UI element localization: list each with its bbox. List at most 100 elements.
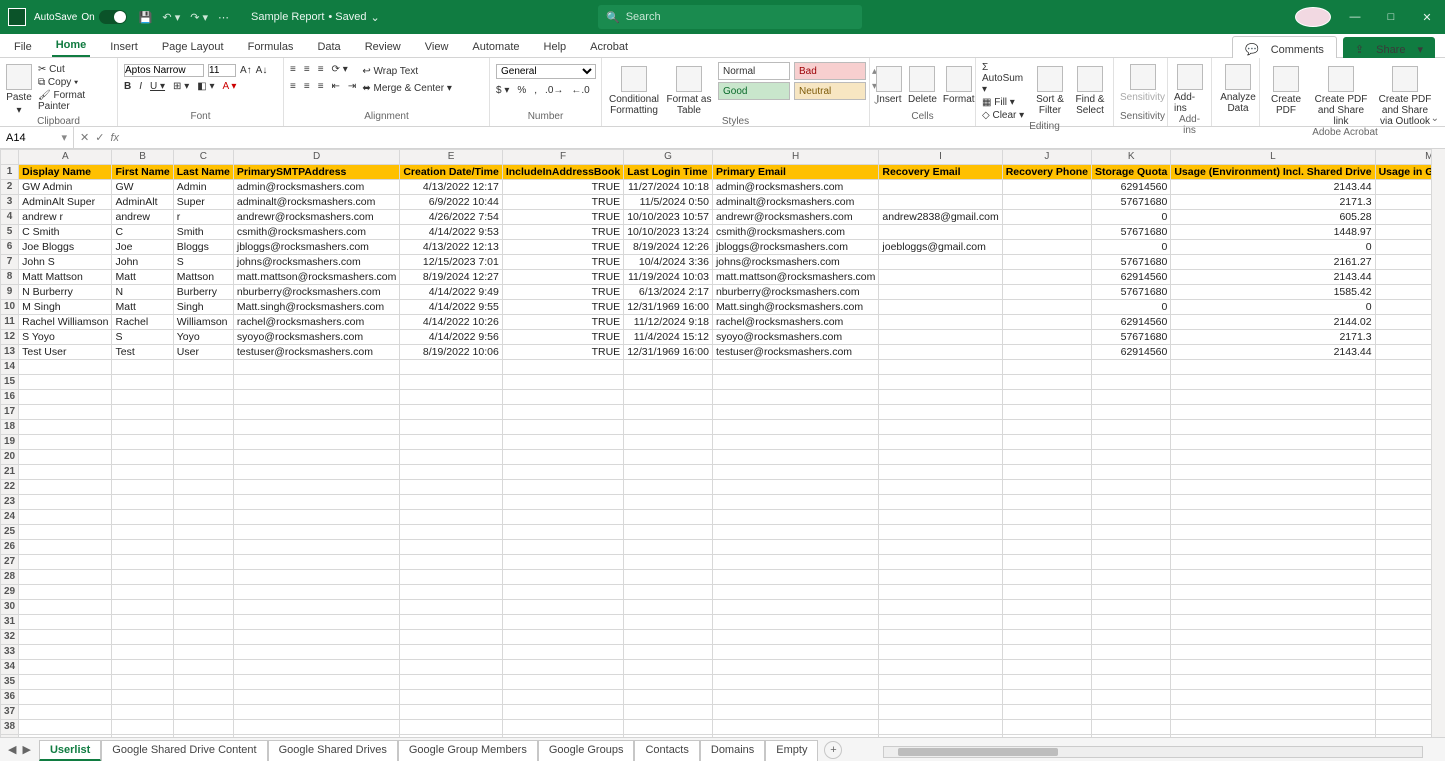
autosave-toggle[interactable]: AutoSave On: [34, 10, 127, 24]
cell[interactable]: 0: [1092, 210, 1171, 225]
cell[interactable]: [1002, 195, 1091, 210]
cell[interactable]: 8/19/2024 12:27: [400, 270, 503, 285]
currency-icon[interactable]: $ ▾: [496, 85, 509, 96]
cell[interactable]: [112, 375, 173, 390]
cell[interactable]: John: [112, 255, 173, 270]
cell[interactable]: [712, 480, 878, 495]
cell[interactable]: [1171, 705, 1375, 720]
cell[interactable]: testuser@rocksmashers.com: [233, 345, 399, 360]
orientation-icon[interactable]: ⟳ ▾: [332, 64, 348, 75]
cell[interactable]: [879, 435, 1002, 450]
cell[interactable]: 6/13/2024 2:17: [624, 285, 713, 300]
cell[interactable]: [400, 480, 503, 495]
sheet-tab[interactable]: Google Group Members: [398, 740, 538, 761]
cell[interactable]: Yoyo: [173, 330, 233, 345]
cell[interactable]: [400, 360, 503, 375]
cell[interactable]: [233, 435, 399, 450]
cell[interactable]: [1002, 480, 1091, 495]
cell[interactable]: [1171, 390, 1375, 405]
cell[interactable]: [173, 570, 233, 585]
row-header[interactable]: 20: [1, 450, 19, 465]
cell[interactable]: [1002, 495, 1091, 510]
cell[interactable]: TRUE: [502, 225, 623, 240]
row-header[interactable]: 23: [1, 495, 19, 510]
cell[interactable]: matt.mattson@rocksmashers.com: [712, 270, 878, 285]
col-header[interactable]: F: [502, 150, 623, 165]
sheet-nav-next-icon[interactable]: ▶: [22, 743, 30, 756]
cell[interactable]: [1171, 630, 1375, 645]
cell[interactable]: [233, 390, 399, 405]
cell[interactable]: [233, 630, 399, 645]
cell[interactable]: [400, 435, 503, 450]
cell[interactable]: [1092, 450, 1171, 465]
cell[interactable]: TRUE: [502, 315, 623, 330]
row-header[interactable]: 30: [1, 600, 19, 615]
row-header[interactable]: 6: [1, 240, 19, 255]
cell[interactable]: [712, 630, 878, 645]
cell[interactable]: [233, 525, 399, 540]
cell[interactable]: [1002, 225, 1091, 240]
cell[interactable]: [502, 495, 623, 510]
number-format-select[interactable]: General: [496, 64, 596, 79]
sheet-tab[interactable]: Domains: [700, 740, 765, 761]
sheet-tab[interactable]: Google Groups: [538, 740, 635, 761]
cell[interactable]: [1171, 675, 1375, 690]
sensitivity-button[interactable]: Sensitivity: [1120, 60, 1165, 103]
cell[interactable]: [400, 525, 503, 540]
cell[interactable]: [1171, 720, 1375, 735]
italic-button[interactable]: I: [139, 81, 142, 92]
row-header[interactable]: 36: [1, 690, 19, 705]
cell[interactable]: AdminAlt: [112, 195, 173, 210]
cell[interactable]: [712, 720, 878, 735]
cell[interactable]: [502, 525, 623, 540]
conditional-formatting-button[interactable]: Conditional Formatting: [608, 62, 660, 116]
cell[interactable]: andrew2838@gmail.com: [879, 210, 1002, 225]
cell[interactable]: [502, 540, 623, 555]
row-header[interactable]: 32: [1, 630, 19, 645]
cell[interactable]: [879, 495, 1002, 510]
cell[interactable]: [112, 405, 173, 420]
cell[interactable]: [879, 270, 1002, 285]
cell[interactable]: Smith: [173, 225, 233, 240]
cell[interactable]: [1092, 705, 1171, 720]
row-header[interactable]: 28: [1, 570, 19, 585]
cell[interactable]: [624, 675, 713, 690]
cell[interactable]: r: [173, 210, 233, 225]
cell[interactable]: [879, 585, 1002, 600]
cell[interactable]: [879, 555, 1002, 570]
cell[interactable]: [173, 495, 233, 510]
cell[interactable]: [624, 465, 713, 480]
cell[interactable]: 2171.3: [1171, 330, 1375, 345]
cell[interactable]: [712, 375, 878, 390]
row-header[interactable]: 12: [1, 330, 19, 345]
cell[interactable]: [1002, 645, 1091, 660]
cell[interactable]: [712, 525, 878, 540]
cell[interactable]: [502, 420, 623, 435]
cell[interactable]: Singh: [173, 300, 233, 315]
format-painter-button[interactable]: 🖌 Format Painter: [38, 90, 111, 112]
cell[interactable]: [1002, 525, 1091, 540]
document-title[interactable]: Sample Report • Saved ⌄: [251, 11, 380, 24]
cell[interactable]: [1002, 555, 1091, 570]
cell[interactable]: [1092, 405, 1171, 420]
cell[interactable]: 10/4/2024 3:36: [624, 255, 713, 270]
cell[interactable]: [502, 390, 623, 405]
cell[interactable]: [19, 630, 112, 645]
close-button[interactable]: ✕: [1409, 11, 1445, 24]
maximize-button[interactable]: □: [1373, 11, 1409, 23]
cell[interactable]: [400, 600, 503, 615]
cell[interactable]: [233, 420, 399, 435]
decrease-indent-icon[interactable]: ⇤: [332, 81, 340, 92]
cell[interactable]: [19, 645, 112, 660]
header-cell[interactable]: First Name: [112, 165, 173, 180]
cell[interactable]: [879, 225, 1002, 240]
cell[interactable]: [1092, 645, 1171, 660]
cell[interactable]: [879, 720, 1002, 735]
cell[interactable]: M Singh: [19, 300, 112, 315]
font-name-select[interactable]: [124, 64, 204, 77]
cell[interactable]: [112, 690, 173, 705]
fx-icon[interactable]: fx: [110, 132, 119, 144]
cell[interactable]: joebloggs@gmail.com: [879, 240, 1002, 255]
sheet-nav-prev-icon[interactable]: ◀: [8, 743, 16, 756]
col-header[interactable]: B: [112, 150, 173, 165]
